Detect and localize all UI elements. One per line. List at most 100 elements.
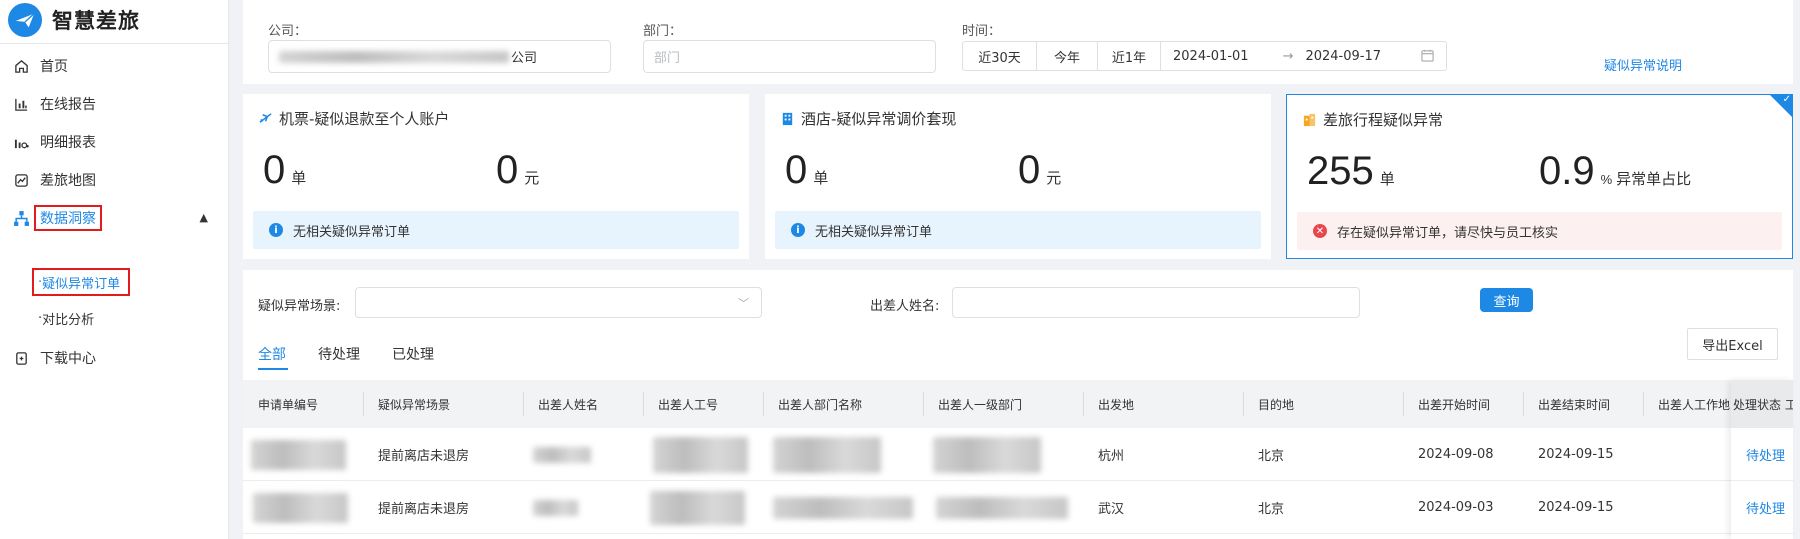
card-title-text: 差旅行程疑似异常 (1323, 111, 1444, 129)
count-unit: 单 (1379, 171, 1395, 188)
redacted-text (650, 490, 745, 525)
col-header[interactable]: 出差人一级部门 (923, 380, 1083, 428)
col-header[interactable]: 出差人姓名 (523, 380, 643, 428)
status-pending-link[interactable]: 待处理 (1746, 445, 1785, 464)
building-icon (1301, 112, 1317, 128)
brand[interactable]: 智慧差旅 (8, 3, 140, 37)
chevron-down-icon: ﹀ (738, 297, 749, 310)
status-cell[interactable]: 待处理 (1731, 428, 1793, 481)
info-notice: i 无相关疑似异常订单 (253, 211, 739, 249)
redacted-text (279, 50, 509, 63)
col-header[interactable]: 出差开始时间 (1403, 380, 1523, 428)
redacted-text (251, 439, 346, 470)
company-field[interactable]: 公司 (268, 40, 611, 73)
date-start: 2024-01-01 (1173, 48, 1249, 64)
amount-value: 0 (496, 148, 519, 192)
cell-end-date: 2024-09-15 (1538, 500, 1614, 515)
anomaly-help-link[interactable]: 疑似异常说明 (1604, 55, 1682, 74)
cell-department (763, 428, 881, 481)
col-header[interactable]: 申请单编号 (243, 380, 363, 428)
amount: 0元 (1018, 148, 1061, 193)
col-header[interactable]: 出发地 (1083, 380, 1243, 428)
col-header[interactable]: 出差人工号 (643, 380, 763, 428)
col-header[interactable]: 出差人部门名称 (763, 380, 923, 428)
dept-label: 部门： (643, 24, 683, 39)
card-title: 差旅行程疑似异常 (1301, 109, 1443, 130)
sidebar-item-home[interactable]: 首页 (0, 46, 228, 86)
range-30d-button[interactable]: 近30天 (962, 41, 1037, 71)
col-header[interactable]: 目的地 (1243, 380, 1403, 428)
status-pending-link[interactable]: 待处理 (1746, 498, 1785, 517)
count-unit: 单 (291, 170, 307, 187)
redacted-text (653, 436, 748, 473)
sidebar-item-data-insight[interactable]: 数据洞察 ▲ (0, 198, 228, 238)
tab-pending[interactable]: 待处理 (318, 344, 360, 364)
export-excel-button[interactable]: 导出Excel (1687, 328, 1778, 360)
date-range-picker[interactable]: 2024-01-01 → 2024-09-17 (1160, 41, 1447, 71)
ratio-value: 0.9 (1539, 149, 1595, 193)
count-unit: 单 (813, 170, 829, 187)
bar-chart-icon (12, 95, 30, 113)
redacted-text (253, 492, 348, 523)
cell-scene: 提前离店未退房 (378, 502, 470, 517)
app-root: 智慧差旅 首页 在线报告 明细报表 差旅地图 数据洞察 ▲ · 疑似异常订单 ·… (0, 0, 1800, 539)
cell-start-date: 2024-09-08 (1418, 447, 1494, 462)
sidebar-item-detail-report[interactable]: 明细报表 (0, 122, 228, 162)
sidebar-item-travel-map[interactable]: 差旅地图 (0, 160, 228, 200)
redacted-text (933, 436, 1041, 473)
redacted-text (773, 496, 913, 519)
sidebar-subitem-suspected-orders[interactable]: · 疑似异常订单 (31, 268, 131, 296)
card-flight-refund[interactable]: 机票-疑似退款至个人账户 0单 0元 i 无相关疑似异常订单 (243, 94, 749, 259)
range-1y-button[interactable]: 近1年 (1097, 41, 1161, 71)
brand-name: 智慧差旅 (52, 9, 140, 33)
col-header[interactable]: 疑似异常场景 (363, 380, 523, 428)
card-trip-anomaly[interactable]: ✓ 差旅行程疑似异常 255 单 0.9% 异常单占比 ✕ 存在疑似异常订单，请尽快… (1286, 94, 1793, 259)
dept-field[interactable]: 部门 (643, 40, 936, 73)
traveler-name-input[interactable] (952, 287, 1360, 318)
card-title: 酒店-疑似异常调价套现 (779, 108, 956, 129)
airplane-logo-icon (8, 3, 42, 37)
cell-department (763, 481, 913, 534)
time-label: 时间： (962, 24, 1002, 39)
cell-top-department (923, 481, 1068, 534)
scene-label: 疑似异常场景: (258, 299, 341, 314)
range-this-year-button[interactable]: 今年 (1036, 41, 1098, 71)
cell-top-department (923, 428, 1041, 481)
cell-from: 武汉 (1098, 502, 1125, 517)
scene-select[interactable]: ﹀ (355, 287, 762, 318)
cell-employee-id (643, 428, 748, 481)
col-header[interactable]: 出差人工作地 (1643, 380, 1743, 428)
cell-traveler-name (523, 481, 578, 534)
table-row[interactable]: 提前离店未退房 杭州 北京 2024-09-08 2024-09-15 (243, 428, 1793, 481)
notice-text: 存在疑似异常订单，请尽快与员工核实 (1337, 225, 1559, 241)
tab-processed[interactable]: 已处理 (392, 344, 434, 364)
redacted-text (773, 436, 881, 473)
table-row[interactable]: 提前离店未退房 武汉 北京 2024-09-03 2024-09-15 (243, 481, 1793, 534)
sidebar-item-online-report[interactable]: 在线报告 (0, 84, 228, 124)
card-title: 机票-疑似退款至个人账户 (257, 108, 449, 129)
sidebar-subitem-compare[interactable]: · 对比分析 (34, 306, 102, 330)
card-hotel-price-adjust[interactable]: 酒店-疑似异常调价套现 0单 0元 i 无相关疑似异常订单 (765, 94, 1271, 259)
home-icon (12, 57, 30, 75)
search-button[interactable]: 查询 (1480, 288, 1533, 312)
notice-text: 无相关疑似异常订单 (293, 224, 411, 240)
error-notice: ✕ 存在疑似异常订单，请尽快与员工核实 (1297, 212, 1782, 250)
col-header-status[interactable]: 处理状态 工 (1731, 380, 1793, 428)
sidebar-item-label: 在线报告 (40, 97, 96, 113)
traveler-label: 出差人姓名: (870, 299, 940, 314)
redacted-text (936, 496, 1068, 519)
status-cell[interactable]: 待处理 (1731, 481, 1793, 534)
filter-bar: 公司： 公司 部门： 部门 时间： 近30天 今年 近1年 2024-01-01… (243, 0, 1793, 84)
sidebar-subitem-label: 对比分析 (42, 312, 95, 328)
amount-unit: 元 (524, 170, 540, 187)
selected-check-icon: ✓ (1769, 94, 1793, 118)
date-end: 2024-09-17 (1305, 48, 1382, 64)
col-header[interactable]: 出差结束时间 (1523, 380, 1643, 428)
sidebar-item-download[interactable]: 下载中心 (0, 338, 228, 378)
card-title-text: 酒店-疑似异常调价套现 (801, 110, 957, 128)
notice-text: 无相关疑似异常订单 (815, 224, 933, 240)
chevron-up-icon[interactable]: ▲ (200, 211, 208, 224)
company-label: 公司： (268, 24, 308, 39)
tab-all[interactable]: 全部 (258, 344, 286, 364)
count-value: 255 (1307, 149, 1374, 193)
